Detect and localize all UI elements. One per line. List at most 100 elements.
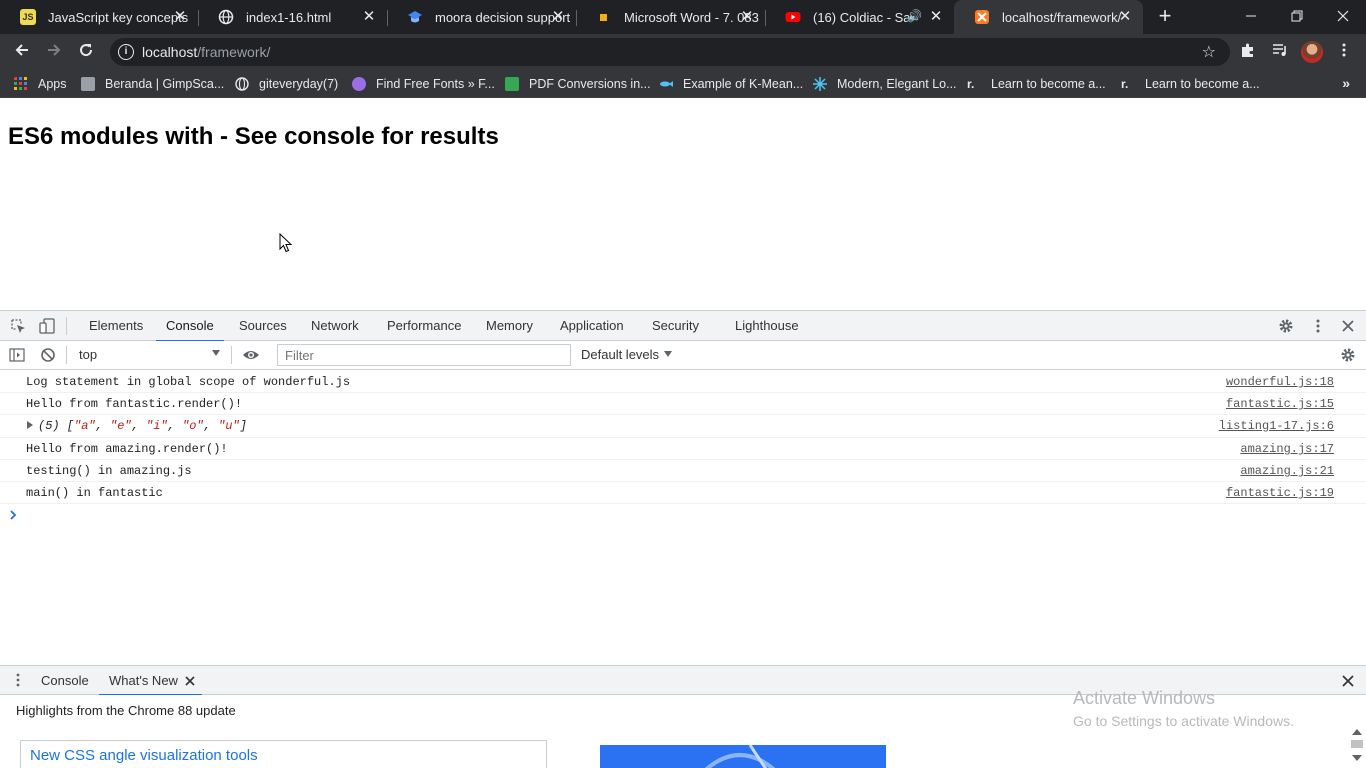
scrollbar-thumb[interactable] <box>1351 740 1363 748</box>
more-vert-icon[interactable] <box>10 672 26 688</box>
activate-windows-watermark: Activate Windows Go to Settings to activ… <box>1073 688 1294 729</box>
arrow-left-icon <box>15 44 28 56</box>
message-text: Hello from fantastic.render()! <box>26 397 243 411</box>
browser-tab[interactable]: moora decision support ✕ <box>387 0 576 34</box>
inspect-element-icon[interactable] <box>10 318 26 334</box>
close-icon[interactable] <box>1341 674 1355 688</box>
message-text: testing() in amazing.js <box>26 464 192 478</box>
browser-tab[interactable]: (16) Coldiac - Samp 🔊 ✕ <box>765 0 954 34</box>
tab-lighthouse[interactable]: Lighthouse <box>735 311 799 341</box>
watermark-title: Activate Windows <box>1073 688 1216 708</box>
close-icon[interactable]: ✕ <box>928 9 944 25</box>
address-bar[interactable]: i localhost/framework/ ☆ <box>110 38 1230 66</box>
sidebar-toggle-icon[interactable] <box>9 347 25 363</box>
message-source-link[interactable]: fantastic.js:15 <box>1226 397 1334 411</box>
extensions-button[interactable] <box>1236 40 1260 64</box>
scroll-down-icon[interactable] <box>1352 755 1362 761</box>
page-heading: ES6 modules with - See console for resul… <box>8 123 499 150</box>
more-vert-icon[interactable] <box>1310 318 1326 334</box>
array-item: "o" <box>182 419 204 433</box>
console-filter-input[interactable] <box>277 344 571 366</box>
message-source-link[interactable]: wonderful.js:18 <box>1226 375 1334 389</box>
bookmark-item[interactable]: PDF Conversions in... <box>505 75 651 93</box>
reload-button[interactable] <box>74 40 98 64</box>
feature-image <box>600 745 886 768</box>
close-icon[interactable] <box>1340 318 1356 334</box>
tab-network[interactable]: Network <box>311 311 359 341</box>
bookmark-item[interactable]: Modern, Elegant Lo... <box>813 75 957 93</box>
close-icon[interactable]: ✕ <box>361 9 377 25</box>
drawer-tab-whats-new[interactable]: What's New <box>99 666 202 696</box>
close-window-button[interactable] <box>1320 0 1366 32</box>
message-source-link[interactable]: fantastic.js:19 <box>1226 486 1334 500</box>
bookmark-item[interactable]: Beranda | GimpSca... <box>81 75 224 93</box>
tab-sources[interactable]: Sources <box>239 311 287 341</box>
forward-button[interactable] <box>42 40 66 64</box>
eye-icon[interactable] <box>242 347 259 363</box>
console-message: testing() in amazing.js amazing.js:21 <box>0 460 1366 482</box>
log-levels-dropdown[interactable]: Default levels <box>581 347 673 362</box>
tab-performance[interactable]: Performance <box>387 311 461 341</box>
url-text[interactable]: localhost/framework/ <box>142 44 270 60</box>
close-icon[interactable]: ✕ <box>1117 9 1133 25</box>
message-text: Log statement in global scope of wonderf… <box>26 375 351 389</box>
chevron-double-right-icon[interactable]: » <box>1342 75 1350 91</box>
r-icon: r. <box>1121 77 1129 91</box>
new-tab-button[interactable]: + <box>1154 5 1176 28</box>
fontspace-icon <box>352 77 366 91</box>
message-source-link[interactable]: amazing.js:21 <box>1240 464 1334 478</box>
restore-button[interactable] <box>1274 0 1320 32</box>
feature-card[interactable]: New CSS angle visualization tools <box>20 740 547 768</box>
close-icon[interactable] <box>185 676 195 686</box>
speaker-icon[interactable]: 🔊 <box>907 9 922 23</box>
array-item: "i" <box>146 419 168 433</box>
browser-tab[interactable]: JS JavaScript key concepts ✕ <box>0 0 198 34</box>
bookmark-item[interactable]: Find Free Fonts » F... <box>352 75 495 93</box>
gear-icon[interactable] <box>1278 318 1294 334</box>
console-prompt-area[interactable] <box>0 504 1366 654</box>
gear-icon[interactable] <box>1340 347 1356 363</box>
message-source-link[interactable]: amazing.js:17 <box>1240 442 1334 456</box>
browser-tab[interactable]: Microsoft Word - 7. 083 ✕ <box>576 0 765 34</box>
console-message-array[interactable]: (5) ["a", "e", "i", "o", "u"] listing1-1… <box>0 415 1366 438</box>
menu-button[interactable] <box>1332 40 1356 64</box>
tab-elements[interactable]: Elements <box>89 311 143 341</box>
array-item: "a" <box>74 419 96 433</box>
console-messages: Log statement in global scope of wonderf… <box>0 371 1366 665</box>
feature-link[interactable]: New CSS angle visualization tools <box>30 747 258 764</box>
tab-application[interactable]: Application <box>560 311 624 341</box>
array-preview[interactable]: (5) ["a", "e", "i", "o", "u"] <box>38 419 247 433</box>
message-source-link[interactable]: listing1-17.js:6 <box>1219 419 1334 433</box>
device-toolbar-icon[interactable] <box>39 318 55 334</box>
bookmark-item[interactable]: Example of K-Mean... <box>659 75 803 93</box>
puzzle-icon <box>1242 43 1253 57</box>
bookmark-label: PDF Conversions in... <box>529 77 651 91</box>
expand-triangle-icon[interactable] <box>27 421 33 429</box>
bookmark-star-icon[interactable]: ☆ <box>1202 42 1216 62</box>
close-icon[interactable]: ✕ <box>739 9 755 25</box>
clear-console-icon[interactable] <box>40 347 56 363</box>
close-icon[interactable]: ✕ <box>550 9 566 25</box>
tab-memory[interactable]: Memory <box>486 311 533 341</box>
browser-tab[interactable]: index1-16.html ✕ <box>198 0 387 34</box>
tab-console[interactable]: Console <box>156 311 224 342</box>
back-button[interactable] <box>10 40 34 64</box>
context-selector[interactable]: top <box>72 344 224 366</box>
bookmark-label: Example of K-Mean... <box>683 77 804 91</box>
close-icon[interactable]: ✕ <box>172 9 188 25</box>
minimize-icon <box>1246 15 1256 17</box>
info-icon[interactable]: i <box>118 44 134 60</box>
scroll-up-icon[interactable] <box>1352 729 1362 735</box>
bookmark-apps[interactable]: Apps <box>14 75 67 93</box>
media-control-button[interactable] <box>1268 40 1292 64</box>
drawer-tab-console[interactable]: Console <box>41 666 89 695</box>
array-count: (5) <box>38 419 60 433</box>
bookmark-item[interactable]: giteveryday(7) <box>235 75 338 93</box>
profile-avatar[interactable] <box>1301 41 1323 63</box>
minimize-button[interactable] <box>1228 0 1274 32</box>
bookmark-item[interactable]: r. Learn to become a... <box>1121 75 1260 93</box>
tab-security[interactable]: Security <box>652 311 699 341</box>
browser-tab-active[interactable]: localhost/framework/ ✕ <box>954 0 1143 34</box>
bookmark-item[interactable]: r. Learn to become a... <box>967 75 1106 93</box>
more-vert-icon <box>1342 43 1346 57</box>
